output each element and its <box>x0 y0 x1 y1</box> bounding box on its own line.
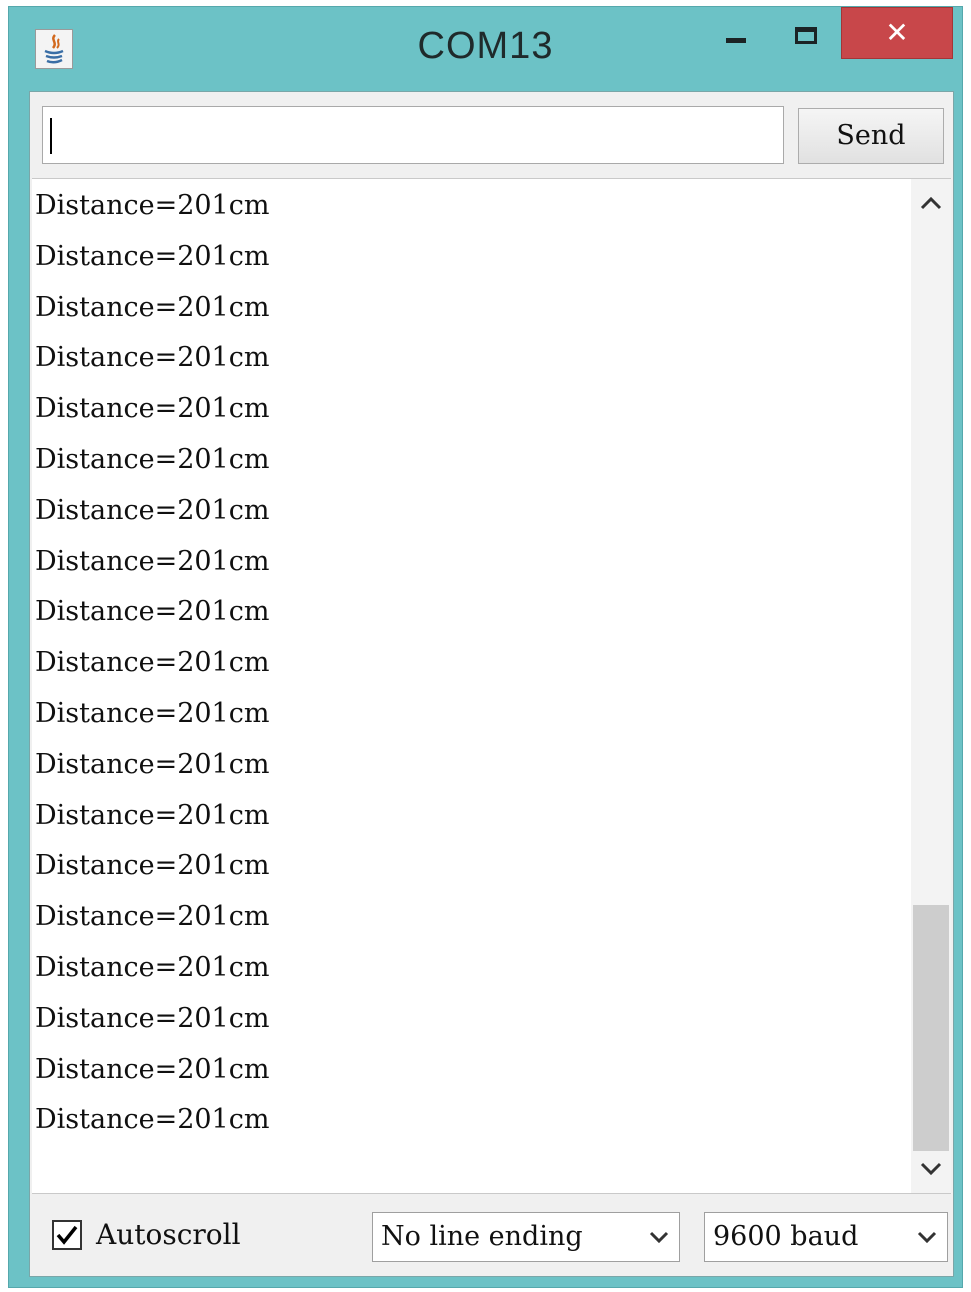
scroll-up-button[interactable] <box>911 183 951 223</box>
serial-monitor-window: COM13 ✕ Send Distance=201cm Distance=201c… <box>8 6 963 1288</box>
output-line: Distance=201cm <box>35 748 270 780</box>
maximize-icon <box>795 26 817 44</box>
output-line: Distance=201cm <box>35 291 270 323</box>
output-line: Distance=201cm <box>35 190 270 221</box>
scrollbar-thumb[interactable] <box>913 905 949 1151</box>
output-line: Distance=201cm <box>35 342 270 374</box>
minimize-icon <box>726 37 746 43</box>
output-line: Distance=201cm <box>35 596 270 628</box>
output-line: Distance=201cm <box>35 901 270 933</box>
autoscroll-label[interactable]: Autoscroll <box>96 1218 241 1251</box>
line-ending-value: No line ending <box>381 1221 583 1252</box>
output-line: Distance=201cm <box>35 850 270 882</box>
send-button[interactable]: Send <box>798 108 944 164</box>
output-lines: Distance=201cm Distance=201cm Distance=201… <box>35 181 895 1146</box>
output-line: Distance=201cm <box>35 545 270 577</box>
chevron-down-icon <box>920 1162 942 1176</box>
output-line: Distance=201cm <box>35 647 270 679</box>
output-line: Distance=201cm <box>35 951 270 983</box>
close-icon: ✕ <box>885 16 909 49</box>
chevron-up-icon <box>920 196 942 210</box>
checkmark-icon <box>56 1225 78 1245</box>
output-line: Distance=201cm <box>35 240 270 272</box>
output-line: Distance=201cm <box>35 1104 270 1136</box>
line-ending-select[interactable]: No line ending <box>372 1212 680 1262</box>
baud-rate-select[interactable]: 9600 baud <box>704 1212 948 1262</box>
output-line: Distance=201cm <box>35 697 270 729</box>
minimize-button[interactable] <box>709 7 763 63</box>
send-row: Send <box>30 92 953 180</box>
serial-output[interactable]: Distance=201cm Distance=201cm Distance=201… <box>32 178 951 1194</box>
serial-input[interactable] <box>42 106 784 164</box>
output-line: Distance=201cm <box>35 799 270 831</box>
chevron-down-icon <box>917 1213 937 1261</box>
vertical-scrollbar[interactable] <box>911 179 951 1193</box>
scroll-down-button[interactable] <box>911 1149 951 1189</box>
close-button[interactable]: ✕ <box>841 7 953 59</box>
chevron-down-icon <box>649 1213 669 1261</box>
autoscroll-checkbox[interactable] <box>52 1220 82 1250</box>
output-line: Distance=201cm <box>35 443 270 475</box>
text-caret <box>50 118 52 154</box>
output-line: Distance=201cm <box>35 1053 270 1085</box>
output-line: Distance=201cm <box>35 494 270 526</box>
baud-rate-value: 9600 baud <box>713 1221 859 1252</box>
title-bar[interactable]: COM13 ✕ <box>9 7 962 87</box>
output-line: Distance=201cm <box>35 393 270 425</box>
maximize-button[interactable] <box>779 7 833 63</box>
bottom-bar: Autoscroll No line ending 9600 baud <box>30 1196 953 1276</box>
monitor-client-area: Send Distance=201cm Distance=201cm Distanc… <box>29 91 954 1277</box>
output-line: Distance=201cm <box>35 1002 270 1034</box>
